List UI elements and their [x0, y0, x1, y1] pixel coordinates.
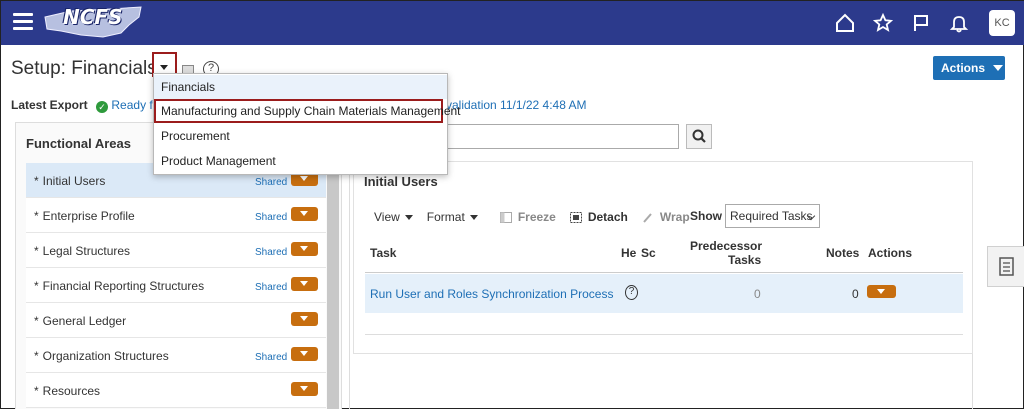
predecessor-count: 0 — [754, 287, 761, 301]
table-row[interactable]: Run User and Roles Synchronization Proce… — [365, 274, 963, 313]
functional-area-item[interactable]: * Legal Structures Shared — [26, 233, 326, 268]
functional-areas-list: * Initial Users Shared * Enterprise Profil… — [26, 163, 326, 408]
global-header: NCFS KC — [1, 1, 1024, 45]
format-menu[interactable]: Format — [427, 210, 478, 224]
wrap-button[interactable]: Wrap — [642, 210, 690, 224]
functional-area-label: Organization Structures — [42, 349, 169, 363]
detach-button[interactable]: Detach — [569, 210, 628, 224]
document-icon — [999, 257, 1014, 276]
header-actions: KC — [821, 9, 1015, 37]
latest-export-label: Latest Export — [11, 98, 88, 112]
home-icon[interactable] — [831, 9, 859, 37]
divider — [365, 334, 963, 335]
wrap-icon — [643, 212, 652, 223]
search-input[interactable] — [441, 124, 679, 149]
functional-areas-title: Functional Areas — [26, 136, 131, 151]
functional-area-item[interactable]: * Financial Reporting Structures Shared — [26, 268, 326, 303]
item-menu-button[interactable] — [291, 382, 318, 396]
dropdown-option[interactable]: Product Management — [154, 149, 447, 173]
table-toolbar: View Format Freeze Detach Wrap — [374, 209, 704, 225]
caret-down-icon — [993, 65, 1004, 71]
caret-down-icon — [160, 65, 168, 70]
notes-count: 0 — [852, 287, 859, 301]
shared-badge: Shared — [255, 282, 288, 293]
shared-badge: Shared — [255, 177, 288, 188]
dropdown-option-highlighted[interactable]: Manufacturing and Supply Chain Materials… — [154, 99, 461, 123]
show-label: Show — [690, 209, 722, 223]
star-icon[interactable] — [869, 9, 897, 37]
item-menu-button[interactable] — [291, 242, 318, 256]
column-help[interactable]: He — [621, 246, 636, 260]
search-button[interactable] — [686, 124, 712, 149]
freeze-icon — [499, 211, 512, 223]
functional-area-item[interactable]: * General Ledger — [26, 303, 326, 338]
functional-area-label: Initial Users — [42, 174, 106, 188]
search-icon — [692, 129, 706, 143]
freeze-button[interactable]: Freeze — [499, 210, 556, 224]
column-predecessor-2: Tasks — [728, 253, 762, 267]
item-menu-button[interactable] — [291, 207, 318, 221]
view-menu[interactable]: View — [374, 210, 413, 224]
functional-area-label: General Ledger — [42, 314, 127, 328]
functional-area-item[interactable]: * Enterprise Profile Shared — [26, 198, 326, 233]
functional-area-label: Enterprise Profile — [42, 209, 135, 223]
offering-dropdown-menu: Financials Manufacturing and Supply Chai… — [153, 73, 461, 175]
flag-icon[interactable] — [907, 9, 935, 37]
shared-badge: Shared — [255, 352, 288, 363]
caret-down-icon — [404, 214, 413, 220]
table-header: Task He Sc Predecessor Tasks Notes Actio… — [365, 233, 963, 273]
row-actions-button[interactable] — [867, 285, 896, 298]
bell-icon[interactable] — [945, 9, 973, 37]
logo-text: NCFS — [63, 5, 123, 29]
dropdown-option[interactable]: Procurement — [154, 124, 447, 148]
item-menu-button[interactable] — [291, 277, 318, 291]
item-menu-button[interactable] — [291, 347, 318, 361]
show-select[interactable]: Required Tasks — [725, 204, 820, 228]
help-icon[interactable]: ? — [625, 285, 638, 300]
task-link[interactable]: Run User and Roles Synchronization Proce… — [370, 287, 613, 301]
detach-icon — [569, 211, 582, 223]
actions-button-label: Actions — [941, 61, 986, 75]
shared-badge: Shared — [255, 212, 288, 223]
dropdown-option[interactable]: Financials — [154, 75, 447, 99]
card-title: Initial Users — [364, 174, 438, 189]
latest-export: Latest Export ✓ Ready for — [11, 98, 163, 113]
functional-area-item[interactable]: * Organization Structures Shared — [26, 338, 326, 373]
column-predecessor[interactable]: Predecessor — [690, 239, 762, 253]
user-avatar[interactable]: KC — [989, 10, 1015, 36]
show-select-value: Required Tasks — [730, 209, 813, 223]
menu-icon[interactable] — [13, 13, 33, 31]
functional-area-item[interactable]: * Resources — [26, 373, 326, 408]
functional-areas-scrollbar[interactable] — [327, 163, 339, 409]
shared-badge: Shared — [255, 247, 288, 258]
column-scope[interactable]: Sc — [641, 246, 658, 260]
side-panel-toggle[interactable] — [987, 246, 1024, 287]
column-actions[interactable]: Actions — [868, 246, 912, 260]
validation-link[interactable]: validation 11/1/22 4:48 AM — [446, 98, 587, 112]
functional-area-label: Financial Reporting Structures — [42, 279, 205, 293]
actions-button[interactable]: Actions — [933, 56, 1005, 80]
caret-down-icon — [469, 214, 478, 220]
functional-area-label: Legal Structures — [42, 244, 131, 258]
column-notes[interactable]: Notes — [826, 246, 859, 260]
check-circle-icon: ✓ — [96, 101, 109, 113]
page-title: Setup: Financials — [11, 58, 157, 79]
functional-area-label: Resources — [42, 384, 101, 398]
column-task[interactable]: Task — [370, 246, 396, 260]
item-menu-button[interactable] — [291, 312, 318, 326]
